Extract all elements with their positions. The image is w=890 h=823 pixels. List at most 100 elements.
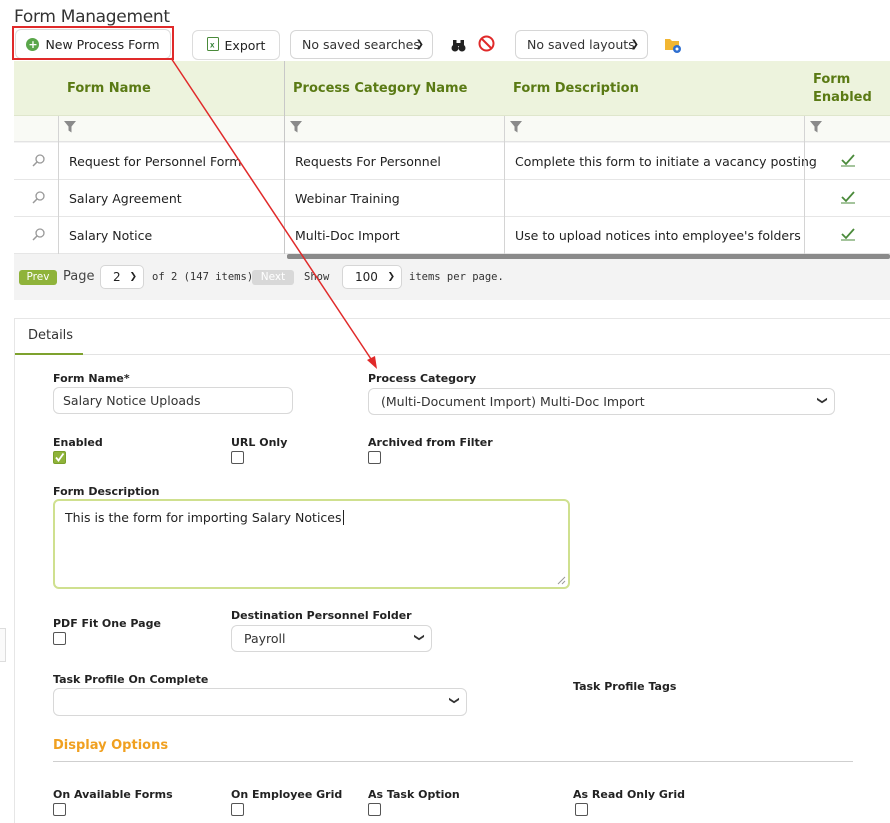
table-row[interactable]: Salary Agreement Webinar Training [14,180,890,217]
check-icon [840,153,856,170]
table-row[interactable]: Request for Personnel Form Requests For … [14,143,890,180]
destination-folder-value: Payroll [244,631,286,646]
process-category-label: Process Category [368,372,477,385]
highlight-box [12,26,174,60]
saved-layouts-value: No saved layouts [527,37,635,52]
cell-description: Complete this form to initiate a vacancy… [515,154,817,169]
column-form-name[interactable]: Form Name [67,81,151,96]
column-divider [504,116,505,254]
horizontal-scrollbar[interactable] [287,254,890,259]
column-form-enabled-line2[interactable]: Enabled [813,90,872,105]
filter-icon[interactable] [64,121,76,133]
chevron-down-icon: ❯ [816,396,828,405]
tab-details[interactable]: Details [28,328,73,343]
chevron-down-icon: ❯ [413,633,425,642]
chevron-down-icon: ❯ [630,39,639,50]
tab-divider [83,354,890,355]
tab-underline [15,353,83,355]
page-select[interactable]: 2 ❯ [100,265,144,289]
task-profile-label: Task Profile On Complete [53,673,209,686]
column-form-enabled-line1[interactable]: Form [813,72,850,87]
layout-settings-icon[interactable] [664,36,682,58]
display-options-title: Display Options [53,738,169,753]
view-icon[interactable] [32,190,46,207]
archived-label: Archived from Filter [368,436,493,449]
page-title: Form Management [14,7,170,27]
form-name-label: Form Name* [53,372,130,385]
on-employee-grid-label: On Employee Grid [231,788,343,801]
check-icon [840,227,856,244]
cell-form-name: Salary Notice [69,228,153,243]
pdf-fit-label: PDF Fit One Page [53,617,161,630]
as-task-option-label: As Task Option [368,788,460,801]
form-name-value: Salary Notice Uploads [63,393,201,408]
cell-form-name: Salary Agreement [69,191,182,206]
column-form-description[interactable]: Form Description [513,81,639,96]
page-label: Page [63,269,95,284]
filter-icon[interactable] [810,121,822,133]
chevron-down-icon: ❯ [387,272,395,282]
cell-form-name: Request for Personnel Form [69,154,242,169]
export-label: Export [224,37,266,53]
url-only-checkbox[interactable] [231,451,244,464]
next-button[interactable]: Next [252,270,294,285]
saved-searches-value: No saved searches [302,37,420,52]
enabled-label: Enabled [53,436,103,449]
svg-text:x: x [210,40,215,49]
on-available-forms-checkbox[interactable] [53,803,66,816]
page-size-value: 100 [355,270,378,284]
check-icon [55,452,65,462]
enabled-checkbox[interactable] [53,451,66,464]
form-description-textarea[interactable]: This is the form for importing Salary No… [53,499,570,589]
show-label: Show [304,271,330,283]
clear-search-icon[interactable] [478,35,495,56]
cell-category: Multi-Doc Import [295,228,400,243]
chevron-down-icon: ❯ [129,272,137,282]
chevron-down-icon: ❯ [415,39,424,50]
task-profile-select[interactable]: ❯ [53,688,467,716]
archived-checkbox[interactable] [368,451,381,464]
column-divider [804,116,805,254]
excel-icon: x [206,36,219,54]
on-employee-grid-checkbox[interactable] [231,803,244,816]
form-description-label: Form Description [53,485,160,498]
cell-description: Use to upload notices into employee's fo… [515,228,801,243]
column-divider [284,61,285,254]
form-name-field[interactable]: Salary Notice Uploads [53,387,293,414]
column-divider [58,116,59,254]
filter-icon[interactable] [290,121,302,133]
per-page-label: items per page. [409,271,504,283]
process-category-select[interactable]: (Multi-Document Import) Multi-Doc Import… [368,388,835,415]
filter-row [14,116,890,142]
pager: Prev Page 2 ❯ of 2 (147 items) Next Show… [14,262,890,292]
resize-handle-icon[interactable] [556,575,566,585]
process-category-value: (Multi-Document Import) Multi-Doc Import [381,394,645,409]
as-read-only-grid-label: As Read Only Grid [573,788,685,801]
as-task-option-checkbox[interactable] [368,803,381,816]
pdf-fit-checkbox[interactable] [53,632,66,645]
check-icon [840,190,856,207]
page-value: 2 [113,270,121,284]
cell-category: Webinar Training [295,191,400,206]
saved-layouts-select[interactable]: No saved layouts ❯ [515,30,648,59]
destination-folder-label: Destination Personnel Folder [231,609,412,622]
as-read-only-grid-checkbox[interactable] [575,803,588,816]
cell-category: Requests For Personnel [295,154,441,169]
page-count-text: of 2 (147 items) [152,271,254,283]
collapse-handle[interactable] [0,628,6,662]
filter-icon[interactable] [510,121,522,133]
on-available-forms-label: On Available Forms [53,788,173,801]
section-divider [53,761,853,762]
page-size-select[interactable]: 100 ❯ [342,265,402,289]
export-button[interactable]: x Export [192,30,280,60]
binoculars-icon[interactable] [451,37,466,56]
view-icon[interactable] [32,153,46,170]
chevron-down-icon: ❯ [448,696,460,705]
view-icon[interactable] [32,227,46,244]
table-row[interactable]: Salary Notice Multi-Doc Import Use to up… [14,217,890,254]
saved-searches-select[interactable]: No saved searches ❯ [290,30,433,59]
prev-button[interactable]: Prev [19,270,57,285]
destination-folder-select[interactable]: Payroll ❯ [231,625,432,652]
column-process-category[interactable]: Process Category Name [293,81,467,96]
url-only-label: URL Only [231,436,288,449]
